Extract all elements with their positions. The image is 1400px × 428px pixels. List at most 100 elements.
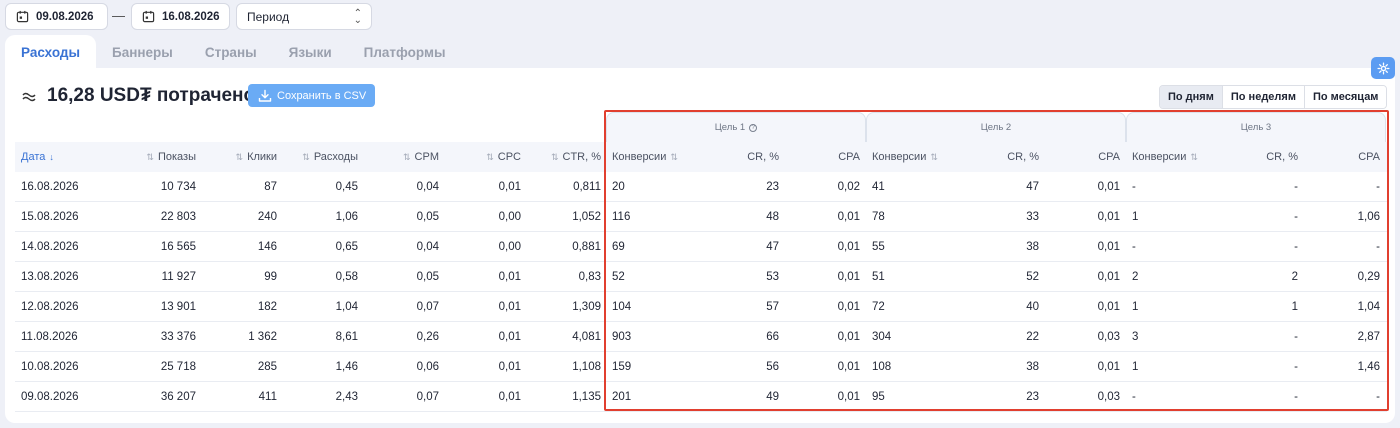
cell-goal3-cpa: 1,04 <box>1357 301 1380 313</box>
cell-goal3-cr: 2 <box>1291 271 1298 283</box>
cell-ctr: 0,811 <box>573 181 601 193</box>
date-to-picker[interactable]: 16.08.2026 <box>131 3 230 30</box>
tab-countries[interactable]: Страны <box>189 35 273 69</box>
column-header-clicks[interactable]: ⇅ Клики <box>210 142 277 172</box>
column-header-ctr[interactable]: ⇅ CTR, % <box>530 142 601 172</box>
cell-ctr: 1,108 <box>572 361 601 373</box>
download-icon <box>258 89 272 102</box>
cell-clicks: 411 <box>258 391 277 403</box>
tab-expenses[interactable]: Расходы <box>5 35 97 69</box>
column-header-date[interactable]: Дата ↓ <box>21 142 131 172</box>
cell-cpm: 0,07 <box>416 301 439 313</box>
column-header-goal1-conversions[interactable]: Конверсии ⇅ <box>612 142 702 172</box>
column-header-cpc[interactable]: ⇅ CPC <box>450 142 521 172</box>
cell-goal3-cpa: - <box>1376 181 1380 193</box>
tab-languages[interactable]: Языки <box>273 35 348 69</box>
cell-goal2-cr: 22 <box>1026 331 1039 343</box>
cell-goal2-conversions: 41 <box>872 181 885 193</box>
cell-goal3-cpa: 2,87 <box>1357 331 1380 343</box>
cell-goal3-conversions: 3 <box>1132 331 1139 343</box>
column-label: CR, % <box>747 151 779 163</box>
column-label: CPA <box>1098 151 1120 163</box>
cell-clicks: 99 <box>264 271 277 283</box>
tab-banners[interactable]: Баннеры <box>96 35 189 69</box>
cell-cpm: 0,04 <box>416 241 439 253</box>
cell-goal2-cpa: 0,01 <box>1097 301 1120 313</box>
date-to-value: 16.08.2026 <box>162 10 220 23</box>
cell-date: 09.08.2026 <box>21 391 79 403</box>
cell-clicks: 240 <box>257 211 277 223</box>
cell-goal3-cpa: 0,29 <box>1357 271 1380 283</box>
report-tabs: Расходы Баннеры Страны Языки Платформы <box>5 35 462 69</box>
sort-icon: ⇅ <box>550 152 559 162</box>
column-header-goal2-cr[interactable]: CR, % <box>960 142 1039 172</box>
period-select-value: Период <box>247 9 290 24</box>
help-icon[interactable]: ? <box>749 123 758 132</box>
cell-cpc: 0,01 <box>498 361 521 373</box>
period-select[interactable]: Период ⌃ ⌄ <box>236 3 372 30</box>
cell-goal2-cpa: 0,01 <box>1097 181 1120 193</box>
cell-date: 10.08.2026 <box>21 361 79 373</box>
column-label: CPC <box>497 151 521 163</box>
granularity-weeks[interactable]: По неделям <box>1221 86 1304 108</box>
sort-icon: ⇅ <box>146 152 154 162</box>
cell-goal2-conversions: 108 <box>872 361 892 373</box>
column-header-cpm[interactable]: ⇅ CPM <box>370 142 439 172</box>
granularity-months[interactable]: По месяцам <box>1303 86 1387 108</box>
cell-spend: 1,04 <box>335 301 358 313</box>
cell-clicks: 87 <box>264 181 277 193</box>
cell-spend: 2,43 <box>335 391 358 403</box>
cell-cpc: 0,01 <box>498 391 521 403</box>
cell-spend: 0,45 <box>335 181 358 193</box>
goal-1-header: Цель 1 ? <box>606 112 866 142</box>
column-label: Расходы <box>313 151 358 163</box>
cell-cpm: 0,05 <box>416 271 439 283</box>
column-header-goal3-cpa[interactable]: CPA <box>1310 142 1380 172</box>
column-header-goal1-cpa[interactable]: CPA <box>790 142 860 172</box>
column-header-goal3-cr[interactable]: CR, % <box>1220 142 1298 172</box>
granularity-days[interactable]: По дням <box>1160 86 1222 108</box>
gear-icon <box>1376 61 1390 75</box>
cell-cpc: 0,00 <box>498 211 521 223</box>
cell-goal2-conversions: 304 <box>872 331 892 343</box>
cell-impressions: 10 734 <box>160 181 196 193</box>
cell-goal1-cpa: 0,01 <box>837 391 860 403</box>
cell-goal3-cr: - <box>1294 361 1298 373</box>
cell-cpm: 0,07 <box>416 391 439 403</box>
cell-clicks: 285 <box>257 361 277 373</box>
column-header-spend[interactable]: ⇅ Расходы <box>290 142 358 172</box>
tab-platforms[interactable]: Платформы <box>348 35 462 69</box>
date-from-picker[interactable]: 09.08.2026 <box>5 3 108 30</box>
sort-desc-icon: ↓ <box>49 152 54 162</box>
cell-goal3-conversions: - <box>1132 181 1136 193</box>
goal-3-label: Цель 3 <box>1240 122 1272 133</box>
cell-cpm: 0,04 <box>416 181 439 193</box>
column-header-impressions[interactable]: ⇅ Показы <box>130 142 196 172</box>
cell-goal3-cr: - <box>1294 211 1298 223</box>
cell-goal3-cpa: 1,46 <box>1357 361 1380 373</box>
cell-goal1-cpa: 0,01 <box>837 361 860 373</box>
cell-clicks: 146 <box>257 241 277 253</box>
cell-goal3-cr: - <box>1294 331 1298 343</box>
cell-goal1-conversions: 903 <box>612 331 632 343</box>
column-header-goal1-cr[interactable]: CR, % <box>700 142 779 172</box>
cell-goal1-cr: 66 <box>766 331 779 343</box>
cell-goal1-cr: 57 <box>766 301 779 313</box>
cell-ctr: 1,309 <box>572 301 601 313</box>
cell-ctr: 0,881 <box>572 241 601 253</box>
column-header-goal2-cpa[interactable]: CPA <box>1050 142 1120 172</box>
cell-impressions: 22 803 <box>160 211 196 223</box>
cell-goal3-conversions: 1 <box>1132 301 1139 313</box>
column-header-goal3-conversions[interactable]: Конверсии ⇅ <box>1132 142 1222 172</box>
cell-date: 12.08.2026 <box>21 301 79 313</box>
cell-goal1-cr: 49 <box>766 391 779 403</box>
goal-1-label: Цель 1 <box>714 122 746 133</box>
goal-2-label: Цель 2 <box>980 122 1012 133</box>
table-settings-button[interactable] <box>1371 57 1395 79</box>
cell-goal1-cpa: 0,01 <box>837 301 860 313</box>
column-header-goal2-conversions[interactable]: Конверсии ⇅ <box>872 142 962 172</box>
save-csv-button[interactable]: Сохранить в CSV <box>248 84 375 107</box>
cell-goal2-conversions: 55 <box>872 241 885 253</box>
cell-spend: 0,58 <box>335 271 358 283</box>
cell-goal3-conversions: - <box>1132 241 1136 253</box>
